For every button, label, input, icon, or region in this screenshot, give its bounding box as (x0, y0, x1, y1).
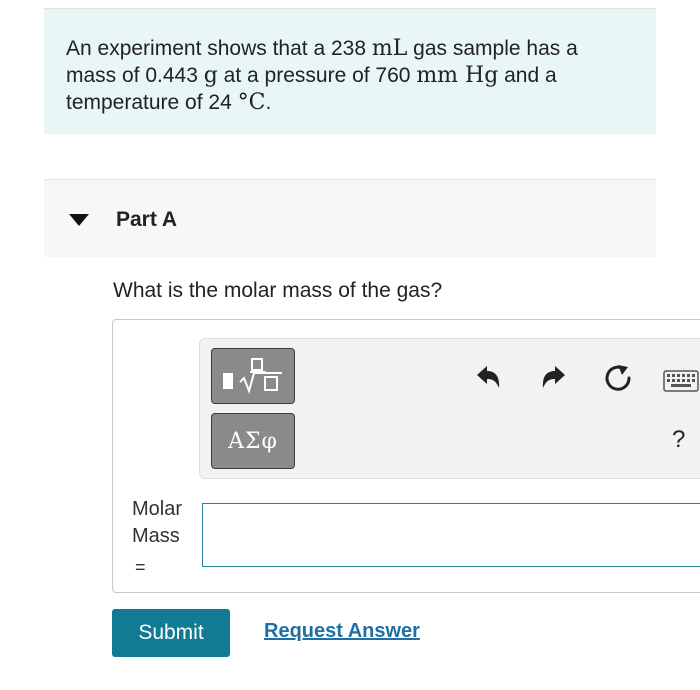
unit-mm-hg: mm Hg (416, 63, 499, 88)
keyboard-icon[interactable] (663, 370, 699, 392)
problem-text-1: An experiment shows that a 238 (66, 37, 372, 60)
part-title: Part A (116, 208, 178, 231)
answer-label-line1: Molar (132, 498, 183, 520)
problem-statement: An experiment shows that a 238 mL gas sa… (44, 8, 656, 134)
problem-text-5: . (265, 91, 272, 114)
unit-grams: g (203, 63, 218, 88)
templates-button[interactable] (211, 348, 295, 404)
greek-symbols-button[interactable]: ΑΣφ (211, 413, 295, 469)
unit-milliliters: mL (371, 36, 408, 61)
problem-text-3: at a pressure of 760 (217, 64, 417, 87)
unit-celsius: °C (237, 90, 266, 115)
reset-icon[interactable] (604, 364, 632, 392)
molar-mass-input[interactable] (202, 503, 700, 567)
answer-label-line2: Mass (132, 525, 180, 547)
problem-text: An experiment shows that a 238 mL gas sa… (66, 35, 626, 116)
undo-icon[interactable] (475, 364, 503, 390)
help-button[interactable]: ? (672, 426, 685, 454)
equals-sign: = (135, 557, 146, 577)
part-a-header[interactable]: Part A (44, 179, 656, 257)
caret-down-icon[interactable] (68, 213, 90, 227)
question-text: What is the molar mass of the gas? (113, 279, 443, 302)
fraction-root-template-icon (223, 358, 282, 395)
submit-button[interactable]: Submit (112, 609, 230, 657)
request-answer-link[interactable]: Request Answer (264, 620, 420, 643)
redo-icon[interactable] (539, 364, 567, 390)
answer-label: Molar Mass (132, 496, 182, 550)
